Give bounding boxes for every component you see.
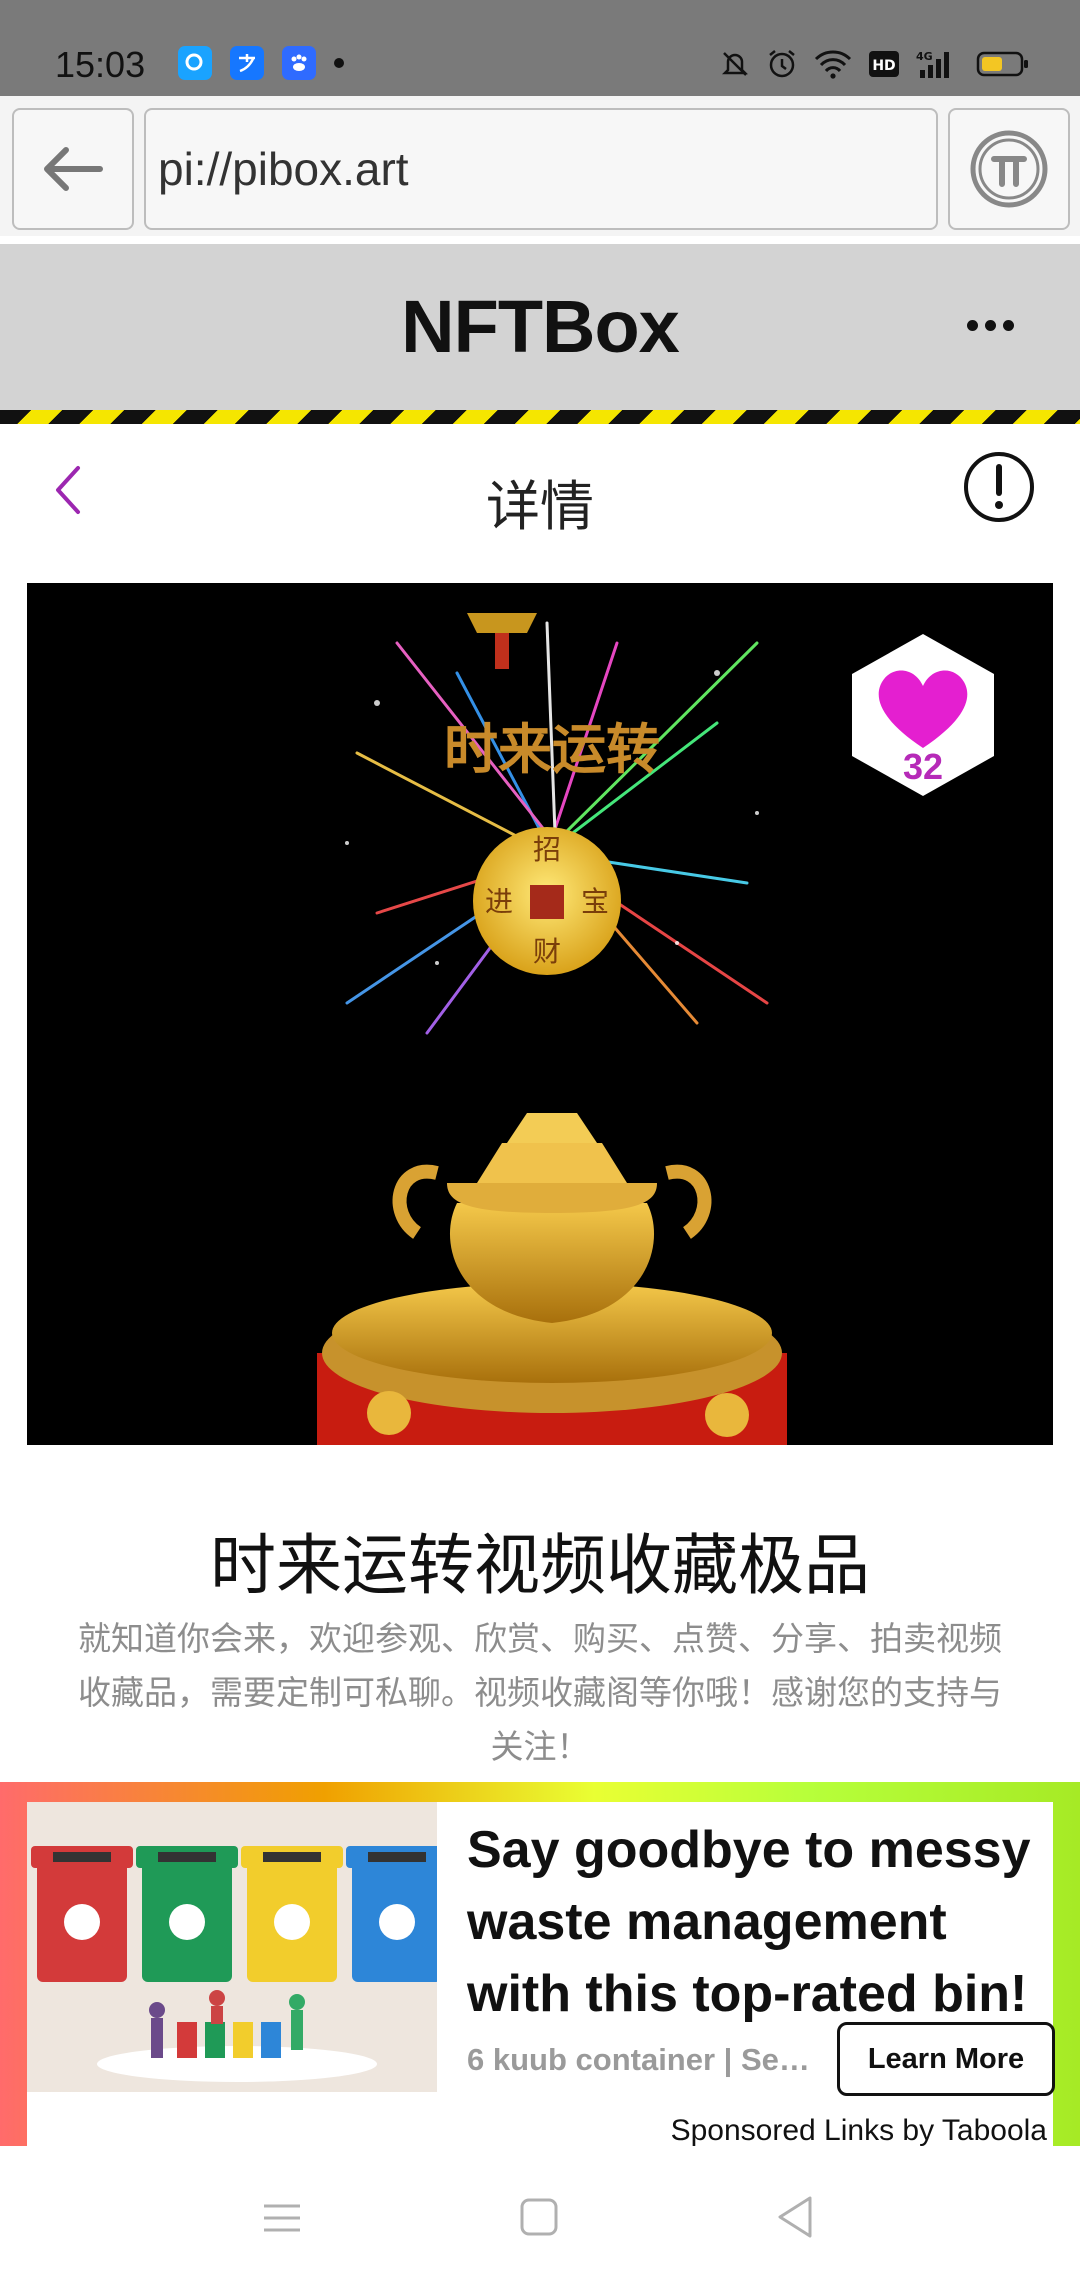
- svg-text:财: 财: [533, 935, 561, 968]
- info-icon[interactable]: [962, 450, 1036, 524]
- pi-wallet-button[interactable]: [948, 108, 1070, 230]
- battery-icon: [976, 51, 1028, 77]
- detail-header: 详情: [0, 424, 1080, 554]
- item-description: 就知道你会来，欢迎参观、欣赏、购买、点赞、分享、拍卖视频收藏品，需要定制可私聊。…: [78, 1620, 1002, 1765]
- pi-icon: [970, 130, 1048, 208]
- sponsored-ad: Say goodbye to messy waste management wi…: [0, 1782, 1080, 2162]
- search-app-icon: [178, 46, 212, 80]
- hd-icon: HD: [869, 51, 899, 77]
- svg-text:时来运转: 时来运转: [444, 717, 660, 781]
- item-title: 时来运转视频收藏极品: [210, 1528, 870, 1602]
- browser-back-button[interactable]: [12, 108, 134, 230]
- svg-text:HD: HD: [872, 58, 895, 74]
- more-notifications-dot: [334, 58, 344, 68]
- like-button[interactable]: 32: [838, 630, 1008, 800]
- alipay-icon: [230, 46, 264, 80]
- recycling-bins-image: [27, 1802, 437, 2092]
- arrow-left-icon: [44, 147, 103, 191]
- hazard-stripe-divider: [0, 410, 1080, 424]
- app-title: NFTBox: [401, 285, 680, 368]
- like-count: 32: [902, 746, 944, 787]
- status-time: 15:03: [55, 44, 146, 85]
- app-header: NFTBox: [0, 244, 1080, 410]
- svg-text:宝: 宝: [581, 885, 609, 918]
- nft-media[interactable]: 时来运转 招 进 宝 财 32: [27, 583, 1053, 1445]
- status-bar: 15:03 HD 4G: [0, 0, 1080, 96]
- baidu-icon: [282, 46, 316, 80]
- svg-text:招: 招: [533, 833, 561, 866]
- more-menu-icon[interactable]: [967, 320, 1014, 331]
- mute-icon: [721, 52, 749, 76]
- url-bar[interactable]: pi://pibox.art: [144, 108, 938, 230]
- page-title: 详情: [486, 477, 594, 537]
- ad-source: 6 kuub container | Search Ads: [467, 2042, 817, 2077]
- menu-nav-icon[interactable]: [262, 2198, 302, 2238]
- ad-card[interactable]: Say goodbye to messy waste management wi…: [27, 1802, 1055, 2162]
- system-icons: HD 4G: [720, 48, 1030, 80]
- nft-artwork: 时来运转 招 进 宝 财: [317, 613, 787, 1445]
- ad-image[interactable]: [27, 1802, 437, 2092]
- notification-icons: [178, 46, 344, 80]
- svg-text:4G: 4G: [916, 50, 933, 63]
- signal-4g-icon: 4G: [916, 50, 949, 78]
- ad-headline[interactable]: Say goodbye to messy waste management wi…: [467, 1814, 1047, 2030]
- learn-more-button[interactable]: Learn More: [837, 2022, 1055, 2096]
- svg-text:进: 进: [485, 885, 513, 918]
- wifi-icon: [814, 50, 852, 79]
- browser-bar: pi://pibox.art: [0, 96, 1080, 236]
- sponsored-by-label[interactable]: Sponsored Links by Taboola: [671, 2114, 1047, 2148]
- system-navigation-bar: [0, 2146, 1080, 2280]
- back-nav-icon[interactable]: [774, 2194, 818, 2240]
- alarm-icon: [769, 50, 795, 78]
- home-nav-icon[interactable]: [518, 2196, 560, 2238]
- url-text[interactable]: pi://pibox.art: [158, 142, 409, 196]
